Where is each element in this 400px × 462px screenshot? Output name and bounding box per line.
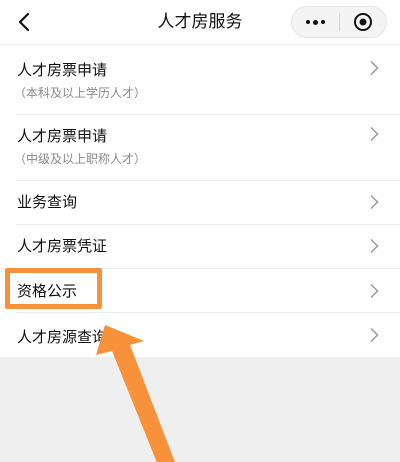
list-item-subtitle: （中级及以上职称人才） — [14, 152, 147, 166]
close-button[interactable] — [339, 7, 386, 37]
capsule-menu — [291, 6, 387, 38]
list-item-label: 人才房票凭证 — [17, 237, 108, 255]
list-item-housing-ticket-voucher[interactable]: 人才房票凭证 — [0, 225, 400, 268]
service-list: 人才房票申请 （本科及以上学历人才） 人才房票申请 （中级及以上职称人才） 业务… — [0, 45, 400, 357]
list-item-business-query[interactable]: 业务查询 — [0, 181, 400, 224]
chevron-right-icon — [370, 126, 379, 142]
list-item-label: 人才房票申请 — [17, 61, 108, 79]
chevron-right-icon — [370, 194, 379, 210]
target-circle-icon — [353, 13, 372, 31]
chevron-right-icon — [370, 238, 379, 254]
chevron-right-icon — [370, 327, 379, 343]
list-item-label: 业务查询 — [17, 193, 78, 211]
list-item-subtitle: （本科及以上学历人才） — [14, 86, 147, 100]
chevron-right-icon — [370, 60, 379, 76]
list-item-housing-ticket-title[interactable]: 人才房票申请 （中级及以上职称人才） — [0, 115, 400, 180]
chevron-right-icon — [370, 283, 379, 299]
list-item-housing-source-query[interactable]: 人才房源查询 — [0, 313, 400, 357]
more-dots-icon — [305, 19, 325, 25]
list-item-label: 人才房源查询 — [17, 328, 108, 346]
highlight-box — [5, 268, 102, 309]
list-item-label: 人才房票申请 — [17, 127, 108, 145]
more-button[interactable] — [292, 7, 339, 37]
list-item-housing-ticket-bachelor[interactable]: 人才房票申请 （本科及以上学历人才） — [0, 45, 400, 114]
nav-bar: 人才房服务 — [0, 0, 400, 44]
